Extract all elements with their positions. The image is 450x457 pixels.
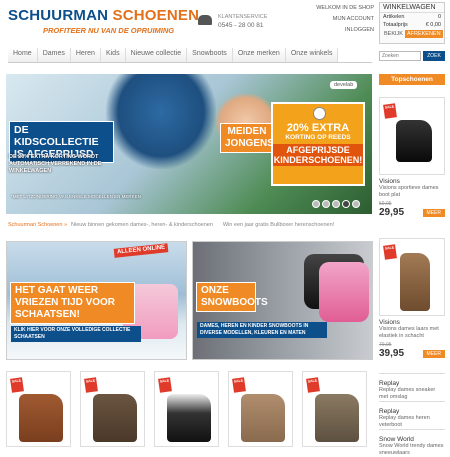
cart-view-button[interactable]: BEKIJK <box>382 30 405 38</box>
more-button[interactable]: MEER <box>422 349 445 358</box>
hero-footnote: *MET UITZONDERING VAN ENKELE MODELLEN EN… <box>11 194 141 199</box>
slider-dot[interactable] <box>332 200 340 208</box>
promo-line-3: AFGEPRIJSDE KINDERSCHOENEN! <box>273 144 363 166</box>
cart-title: WINKELWAGEN <box>380 3 444 13</box>
product-card[interactable]: SALE <box>154 371 219 447</box>
slider-dot[interactable] <box>322 200 330 208</box>
phone-icon <box>198 15 212 25</box>
sale-badge: SALE <box>232 377 246 393</box>
more-button[interactable]: MEER <box>422 208 445 217</box>
list-item[interactable]: Snow World Snow World trendy dames sneeuw… <box>379 429 445 457</box>
sidebar-top-shoes: Topschoenen SALE Visions Visions sportie… <box>379 74 445 456</box>
sale-badge: SALE <box>306 377 320 393</box>
cart-total-value: € 0,00 <box>425 22 441 28</box>
nav-snowboots[interactable]: Snowboots <box>187 48 233 62</box>
hero-banner[interactable]: DE KIDSCOLLECTIE IS AFGEPRIJSD DE 20% EX… <box>6 74 372 214</box>
service-label: KLANTENSERVICE <box>218 14 268 20</box>
product-image <box>315 394 359 442</box>
nav-heren[interactable]: Heren <box>70 48 101 62</box>
price: 29,95 <box>379 207 405 218</box>
boots-image-pink <box>319 262 369 322</box>
sidebar-list: Replay Replay dames sneaker met omslag Re… <box>379 373 445 457</box>
snowboots-banner[interactable]: ONZE SNOWBOOTS DAMES, HEREN EN KINDER SN… <box>192 241 373 360</box>
search-bar: ZOEK <box>379 51 445 61</box>
top-links: WELKOM IN DE SHOP MIJN ACCOUNT INLOGGEN <box>306 5 374 38</box>
brand-seal-icon <box>313 107 326 120</box>
cart-items-label: Artikelen <box>383 14 405 20</box>
my-account-link[interactable]: MIJN ACCOUNT <box>306 16 374 27</box>
product-image <box>19 394 63 442</box>
service-phone: 0545 - 28 00 81 <box>218 22 264 29</box>
hero-subline: DE 20% EXTRA KORTING WORDT AUTOMATISCH V… <box>9 154 102 174</box>
product-image <box>167 394 211 442</box>
sale-badge: SALE <box>383 244 397 260</box>
search-button[interactable]: ZOEK <box>423 51 445 61</box>
hero-promo-badge: 20% EXTRA KORTING OP REEDS AFGEPRIJSDE K… <box>271 102 365 186</box>
list-item[interactable]: Replay Replay dames sneaker met omslag <box>379 373 445 401</box>
welcome-link[interactable]: WELKOM IN DE SHOP <box>306 5 374 16</box>
logo[interactable]: SCHUURMAN SCHOENEN PROFITEER NU VAN DE O… <box>8 7 200 41</box>
slider-dot-active[interactable] <box>342 200 350 208</box>
sale-badge: SALE <box>383 103 397 119</box>
nav-onze-merken[interactable]: Onze merken <box>232 48 286 62</box>
nav-home[interactable]: Home <box>8 48 38 62</box>
logo-text: SCHUURMAN SCHOENEN <box>8 7 200 24</box>
slider-dot[interactable] <box>312 200 320 208</box>
product-image <box>400 253 430 311</box>
snowboots-headline: ONZE SNOWBOOTS <box>196 282 268 312</box>
sidebar-product-name[interactable]: Visions <box>379 319 445 326</box>
cart-widget: WINKELWAGEN Artikelen 0 Totaalprijs € 0,00… <box>379 2 445 44</box>
nav-kids[interactable]: Kids <box>100 48 126 62</box>
sidebar-product-name[interactable]: Visions <box>379 178 445 185</box>
product-card[interactable]: SALE <box>6 371 71 447</box>
sidebar-product-image[interactable]: SALE <box>379 97 445 175</box>
slogan: PROFITEER NU VAN DE OPRUIMING <box>43 26 175 35</box>
price: 39,95 <box>379 348 405 359</box>
sidebar-header: Topschoenen <box>379 74 445 85</box>
product-card[interactable]: SALE <box>302 371 367 447</box>
promo-line-1: 20% EXTRA <box>286 122 350 134</box>
sale-badge: SALE <box>84 377 98 393</box>
product-image <box>396 120 432 162</box>
sidebar-product-desc: Visions dames laars met elastiek in scha… <box>379 326 439 339</box>
nav-nieuwe-collectie[interactable]: Nieuwe collectie <box>125 48 188 62</box>
product-card[interactable]: SALE <box>80 371 145 447</box>
skates-banner[interactable]: ALLEEN ONLINE HET GAAT WEER VRIEZEN TIJD… <box>6 241 187 360</box>
hero-audience: MEIDEN JONGENS <box>220 123 274 153</box>
snowboots-sub: DAMES, HEREN EN KINDER SNOWBOOTS IN DIVE… <box>197 322 327 338</box>
checkout-button[interactable]: AFREKENEN <box>404 30 443 38</box>
cart-total-label: Totaalprijs <box>383 22 408 28</box>
product-image <box>93 394 137 442</box>
nav-dames[interactable]: Dames <box>37 48 71 62</box>
breadcrumb-home[interactable]: Schuurman Schoenen » <box>8 222 67 232</box>
brand-logo: develab <box>330 81 358 89</box>
slider-dots <box>310 200 360 208</box>
skates-sub: KLIK HIER VOOR ONZE VOLLEDIGE COLLECTIE … <box>11 326 141 342</box>
ticker-item[interactable]: Win een jaar gratis Bullboxer herenschoe… <box>223 222 334 232</box>
cart-items-value: 0 <box>437 14 441 20</box>
product-strip: SALE SALE SALE SALE SALE <box>6 371 372 450</box>
news-ticker: Schuurman Schoenen » Nieuw binnen gekome… <box>8 222 372 232</box>
online-only-tag: ALLEEN ONLINE <box>113 243 169 258</box>
slider-dot[interactable] <box>352 200 360 208</box>
ticker-item[interactable]: Nieuw binnen gekomen dames-, heren- & ki… <box>71 222 213 232</box>
promo-line-2: KORTING OP REEDS <box>285 134 351 141</box>
nav-onze-winkels[interactable]: Onze winkels <box>285 48 339 62</box>
product-card[interactable]: SALE <box>228 371 293 447</box>
main-nav: Home Dames Heren Kids Nieuwe collectie S… <box>8 48 372 63</box>
sidebar-product-image[interactable]: SALE <box>379 238 445 316</box>
search-input[interactable] <box>379 51 421 61</box>
sidebar-product-desc: Visions sportieve dames boot plat <box>379 185 439 198</box>
sale-badge: SALE <box>10 377 24 393</box>
product-image <box>241 394 285 442</box>
list-item[interactable]: Replay Replay dames heren veterboot <box>379 401 445 429</box>
skates-headline: HET GAAT WEER VRIEZEN TIJD VOOR SCHAATSE… <box>10 282 135 324</box>
login-link[interactable]: INLOGGEN <box>306 27 374 38</box>
sale-badge: SALE <box>158 377 172 393</box>
